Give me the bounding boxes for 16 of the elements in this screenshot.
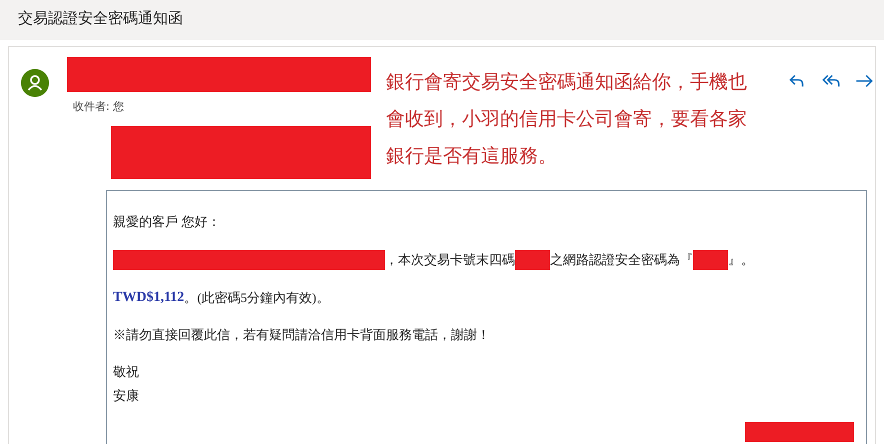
body-text: 安康: [113, 387, 139, 405]
recipient-name: 您: [113, 100, 124, 113]
body-text: 親愛的客戶 您好：: [113, 213, 220, 231]
avatar-icon: [21, 69, 49, 97]
body-text: 。(此密碼5分鐘內有效)。: [184, 289, 330, 307]
email-subject: 交易認證安全密碼通知函: [18, 9, 183, 27]
body-text: ，本次交易卡號末四碼: [385, 251, 515, 269]
redaction-bar: [515, 250, 550, 270]
recipient-label: 收件者:: [72, 100, 110, 113]
annotation-text: 銀行會寄交易安全密碼通知函給你，手機也會收到，小羽的信用卡公司會寄，要看各家銀行是否有這服務。: [386, 70, 748, 169]
body-text: 』。: [728, 251, 754, 269]
body-text: 之網路認證安全密碼為『: [550, 251, 693, 269]
body-text: 敬祝: [113, 363, 139, 381]
body-text: ※請勿直接回覆此信，若有疑問請洽信用卡背面服務電話，謝謝！: [113, 326, 490, 344]
redaction-bar: [693, 250, 728, 270]
amount-text: TWD$1,112: [113, 289, 184, 307]
